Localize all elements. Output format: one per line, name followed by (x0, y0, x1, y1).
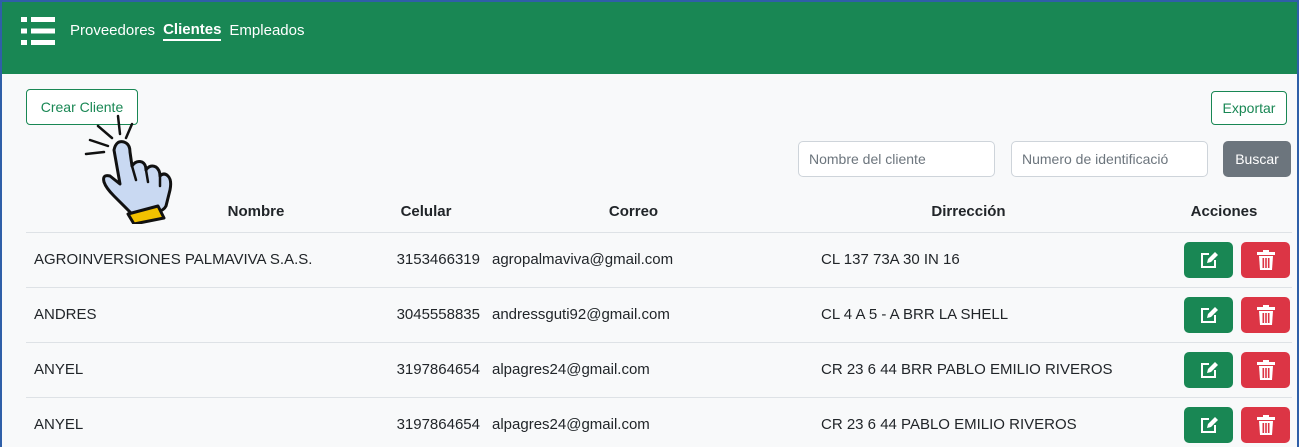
edit-icon (1200, 361, 1218, 378)
cell-correo: agropalmaviva@gmail.com (486, 232, 781, 288)
trash-icon (1256, 304, 1275, 325)
cell-celular: 3045558835 (366, 287, 486, 343)
table-row: ANYEL 3197864654 alpagres24@gmail.com CR… (26, 342, 1292, 398)
cell-direccion: CR 23 6 44 PABLO EMILIO RIVEROS (781, 397, 1156, 447)
cell-acciones (1156, 232, 1292, 288)
cell-celular: 3197864654 (366, 397, 486, 447)
cell-nombre: ANYEL (26, 342, 366, 398)
cell-acciones (1156, 342, 1292, 398)
cell-nombre: ANDRES (26, 287, 366, 343)
nav-link-empleados[interactable]: Empleados (229, 22, 304, 40)
trash-icon (1256, 359, 1275, 380)
cell-nombre: ANYEL (26, 397, 366, 447)
table-row: ANDRES 3045558835 andressguti92@gmail.co… (26, 287, 1292, 343)
cell-direccion: CL 137 73A 30 IN 16 (781, 232, 1156, 288)
cell-correo: andressguti92@gmail.com (486, 287, 781, 343)
delete-button[interactable] (1241, 351, 1290, 388)
export-button[interactable]: Exportar (1211, 91, 1287, 125)
pointing-hand-icon (84, 114, 173, 224)
cell-acciones (1156, 397, 1292, 447)
edit-icon (1200, 416, 1218, 433)
cell-celular: 3197864654 (366, 342, 486, 398)
cell-correo: alpagres24@gmail.com (486, 397, 781, 447)
cell-correo: alpagres24@gmail.com (486, 342, 781, 398)
table-row: ANYEL 3197864654 alpagres24@gmail.com CR… (26, 397, 1292, 447)
cell-acciones (1156, 287, 1292, 343)
nav-link-proveedores[interactable]: Proveedores (70, 22, 155, 40)
edit-button[interactable] (1184, 351, 1233, 388)
delete-button[interactable] (1241, 406, 1290, 443)
id-number-search-input[interactable] (1011, 141, 1208, 177)
cell-direccion: CR 23 6 44 BRR PABLO EMILIO RIVEROS (781, 342, 1156, 398)
header-nombre: Nombre (26, 192, 366, 233)
cell-nombre: AGROINVERSIONES PALMAVIVA S.A.S. (26, 232, 366, 288)
list-icon[interactable] (18, 15, 58, 47)
header-direccion: Dirrección (781, 192, 1156, 233)
delete-button[interactable] (1241, 241, 1290, 278)
table-header-row: Nombre Celular Correo Dirrección Accione… (26, 192, 1292, 233)
search-button[interactable]: Buscar (1223, 141, 1291, 177)
trash-icon (1256, 249, 1275, 270)
table-row: AGROINVERSIONES PALMAVIVA S.A.S. 3153466… (26, 232, 1292, 288)
client-name-search-input[interactable] (798, 141, 995, 177)
header-celular: Celular (366, 192, 486, 233)
cell-celular: 3153466319 (366, 232, 486, 288)
edit-icon (1200, 306, 1218, 323)
edit-button[interactable] (1184, 406, 1233, 443)
edit-icon (1200, 251, 1218, 268)
top-navbar: Proveedores Clientes Empleados (2, 2, 1297, 74)
app-frame: Proveedores Clientes Empleados Crear Cli… (0, 0, 1299, 447)
header-correo: Correo (486, 192, 781, 233)
edit-button[interactable] (1184, 241, 1233, 278)
nav-link-clientes[interactable]: Clientes (163, 21, 222, 41)
header-acciones: Acciones (1156, 192, 1292, 233)
delete-button[interactable] (1241, 296, 1290, 333)
trash-icon (1256, 414, 1275, 435)
edit-button[interactable] (1184, 296, 1233, 333)
clients-table: Nombre Celular Correo Dirrección Accione… (26, 192, 1292, 447)
cell-direccion: CL 4 A 5 - A BRR LA SHELL (781, 287, 1156, 343)
